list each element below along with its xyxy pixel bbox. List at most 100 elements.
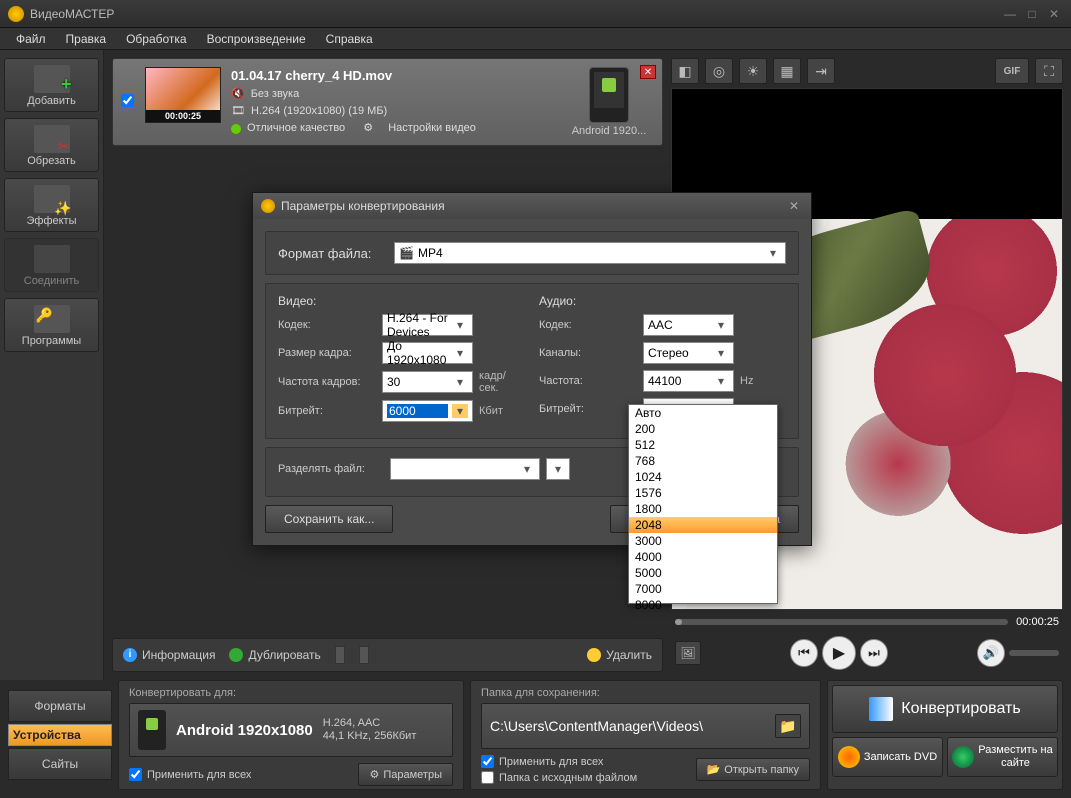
sidebar-effects[interactable]: Эффекты xyxy=(4,178,99,232)
volume-slider[interactable] xyxy=(1009,650,1059,656)
tab-formats[interactable]: Форматы xyxy=(8,690,112,722)
format-label: Формат файла: xyxy=(278,246,384,261)
params-button[interactable]: ⚙Параметры xyxy=(358,763,453,786)
crop-tool[interactable]: ◧ xyxy=(671,58,699,84)
sidebar-add[interactable]: Добавить xyxy=(4,58,99,112)
file-card[interactable]: 00:00:25 01.04.17 cherry_4 HD.mov 🔇Без з… xyxy=(112,58,663,146)
bitrate-option[interactable]: 5000 xyxy=(629,565,777,581)
video-codec-select[interactable]: H.264 - For Devices▾ xyxy=(382,314,473,336)
gear-icon: ⚙ xyxy=(369,768,379,781)
info-icon: i xyxy=(123,648,137,662)
rotate-tool[interactable]: ◎ xyxy=(705,58,733,84)
info-button[interactable]: iИнформация xyxy=(123,648,215,662)
preview-toolbar: ◧ ◎ ☀ ▦ ⇥ GIF ⛶ xyxy=(671,58,1063,84)
prev-button[interactable]: ⏮ xyxy=(790,639,818,667)
bitrate-option[interactable]: Авто xyxy=(629,405,777,421)
bitrate-option[interactable]: 200 xyxy=(629,421,777,437)
browse-folder-button[interactable]: 📁 xyxy=(775,714,801,738)
maximize-button[interactable]: □ xyxy=(1023,7,1041,21)
sidebar-cut[interactable]: Обрезать xyxy=(4,118,99,172)
bitrate-option[interactable]: 2048 xyxy=(629,517,777,533)
menu-edit[interactable]: Правка xyxy=(56,29,117,49)
bitrate-dropdown: Авто200512768102415761800204830004000500… xyxy=(628,404,778,604)
frame-size-select[interactable]: До 1920x1080▾ xyxy=(382,342,473,364)
tab-devices[interactable]: Устройства xyxy=(8,724,112,746)
channels-select[interactable]: Стерео▾ xyxy=(643,342,734,364)
dvd-button[interactable]: Записать DVD xyxy=(832,737,943,777)
save-as-button[interactable]: Сохранить как... xyxy=(265,505,393,533)
gear-icon[interactable]: ⚙ xyxy=(363,120,373,137)
split-unit-select[interactable]: ▾ xyxy=(546,458,570,480)
file-checkbox[interactable] xyxy=(121,94,134,107)
minimize-button[interactable]: — xyxy=(1001,7,1019,21)
convert-device-row[interactable]: Android 1920x1080 H.264, AAC44,1 KHz, 25… xyxy=(129,703,453,757)
move-up-button[interactable] xyxy=(335,646,345,664)
sidebar-add-label: Добавить xyxy=(7,95,96,107)
move-down-button[interactable] xyxy=(359,646,369,664)
menu-file[interactable]: Файл xyxy=(6,29,56,49)
next-button[interactable]: ⏭ xyxy=(860,639,888,667)
video-bitrate-select[interactable]: 6000▾ xyxy=(382,400,473,422)
dialog-title: Параметры конвертирования xyxy=(281,199,445,213)
fps-select[interactable]: 30▾ xyxy=(382,371,473,393)
sidebar-fx-label: Эффекты xyxy=(7,215,96,227)
tab-sites[interactable]: Сайты xyxy=(8,748,112,780)
brightness-tool[interactable]: ☀ xyxy=(739,58,767,84)
dvd-icon xyxy=(838,746,860,768)
bitrate-option[interactable]: 8000 xyxy=(629,597,777,613)
bitrate-option[interactable]: 1576 xyxy=(629,485,777,501)
globe-icon xyxy=(952,746,974,768)
gif-button[interactable]: GIF xyxy=(995,58,1029,84)
close-button[interactable]: ✕ xyxy=(1045,7,1063,21)
bitrate-option[interactable]: 7000 xyxy=(629,581,777,597)
audio-freq-select[interactable]: 44100▾ xyxy=(643,370,734,392)
format-select[interactable]: 🎬MP4▾ xyxy=(394,242,786,264)
remove-file-button[interactable]: ✕ xyxy=(640,65,656,79)
add-icon xyxy=(34,65,70,93)
app-logo-icon xyxy=(8,6,24,22)
bitrate-option[interactable]: 512 xyxy=(629,437,777,453)
publish-button[interactable]: Разместить на сайте xyxy=(947,737,1058,777)
sidebar-cut-label: Обрезать xyxy=(7,155,96,167)
bitrate-option[interactable]: 1024 xyxy=(629,469,777,485)
menu-playback[interactable]: Воспроизведение xyxy=(197,29,316,49)
watermark-tool[interactable]: ▦ xyxy=(773,58,801,84)
chevron-down-icon[interactable]: ▾ xyxy=(765,246,781,260)
bitrate-option[interactable]: 768 xyxy=(629,453,777,469)
audio-codec-select[interactable]: AAC▾ xyxy=(643,314,734,336)
folder-apply-all-checkbox[interactable] xyxy=(481,755,494,768)
fullscreen-button[interactable]: ⛶ xyxy=(1035,58,1063,84)
duplicate-button[interactable]: Дублировать xyxy=(229,648,320,662)
dialog-titlebar[interactable]: Параметры конвертирования ✕ xyxy=(253,193,811,219)
src-folder-checkbox[interactable] xyxy=(481,771,494,784)
bitrate-option[interactable]: 4000 xyxy=(629,549,777,565)
sidebar-join: Соединить xyxy=(4,238,99,292)
menu-process[interactable]: Обработка xyxy=(116,29,197,49)
convert-device: Android 1920x1080 xyxy=(176,722,313,739)
file-settings-link[interactable]: Настройки видео xyxy=(388,120,476,137)
android-device-icon xyxy=(589,67,629,123)
bitrate-option[interactable]: 3000 xyxy=(629,533,777,549)
speed-tool[interactable]: ⇥ xyxy=(807,58,835,84)
sidebar-join-label: Соединить xyxy=(7,275,96,287)
split-label: Разделять файл: xyxy=(278,463,384,475)
volume-button[interactable]: 🔊 xyxy=(977,639,1005,667)
file-info: 01.04.17 cherry_4 HD.mov 🔇Без звука 🎞H.2… xyxy=(231,67,554,137)
format-tabs: Форматы Устройства Сайты xyxy=(8,680,112,790)
open-folder-button[interactable]: 📂Открыть папку xyxy=(696,758,810,781)
dialog-close-button[interactable]: ✕ xyxy=(785,198,803,214)
titlebar: ВидеоМАСТЕР — □ ✕ xyxy=(0,0,1071,28)
menu-help[interactable]: Справка xyxy=(316,29,383,49)
apply-all-checkbox[interactable] xyxy=(129,768,142,781)
convert-button[interactable]: Конвертировать xyxy=(832,685,1058,733)
sidebar-programs[interactable]: Программы xyxy=(4,298,99,352)
sidebar: Добавить Обрезать Эффекты Соединить Прог… xyxy=(0,50,104,680)
play-button[interactable]: ▶ xyxy=(822,636,856,670)
action-panel: Конвертировать Записать DVD Разместить н… xyxy=(827,680,1063,790)
delete-button[interactable]: Удалить xyxy=(587,648,652,662)
time-slider[interactable] xyxy=(675,619,1008,625)
split-select[interactable]: ▾ xyxy=(390,458,540,480)
bitrate-option[interactable]: 1800 xyxy=(629,501,777,517)
file-audio: Без звука xyxy=(251,86,300,103)
snapshot-button[interactable]: 🖼 xyxy=(675,641,701,665)
